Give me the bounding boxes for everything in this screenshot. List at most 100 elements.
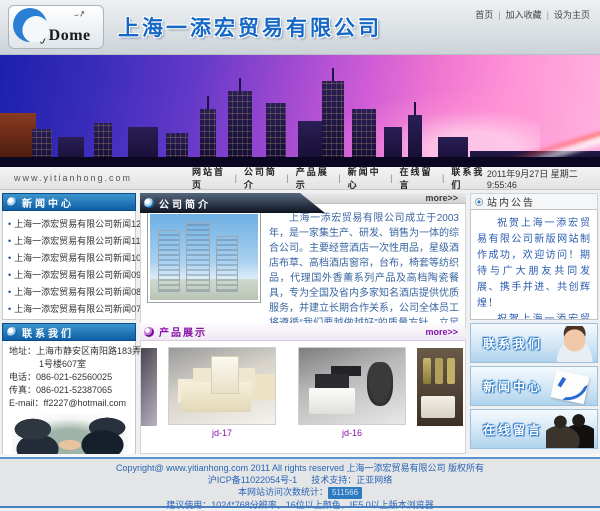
photo-tower (186, 222, 210, 292)
nav-item-about[interactable]: 公司简介 (244, 165, 280, 191)
content: 新闻中心 •上海一添宏贸易有限公司新闻12 •上海一添宏贸易有限公司新闻11 •… (0, 190, 600, 457)
banner-ground (0, 157, 600, 167)
news-link[interactable]: •上海一添宏贸易有限公司新闻10 (8, 249, 132, 266)
sidebar-button-contact[interactable]: 联系我们 (470, 323, 598, 363)
nav-items: 网站首页 | 公司简介 | 产品展示 | 新闻中心 | 在线留言 | 联系我们 (192, 165, 487, 191)
bullet-icon: • (8, 287, 11, 297)
smiley-note-icon (550, 370, 589, 404)
photo-tower (158, 230, 180, 292)
bullet-icon: • (8, 236, 11, 246)
nav-item-home[interactable]: 网站首页 (192, 165, 228, 191)
panel-orb-icon (144, 198, 154, 208)
intro-tab: 公司简介 (140, 193, 325, 213)
product-photo-partial (417, 348, 463, 426)
banner-building (322, 81, 344, 167)
top-link-sethome[interactable]: 设为主页 (554, 8, 590, 21)
notice-panel-title: 站内公告 (487, 194, 535, 209)
nav-separator: | (235, 173, 237, 183)
right-column: 站内公告 祝贺上海一添宏贸易有限公司新版网站制作成功，欢迎访问！期待与广大朋友共… (470, 193, 598, 454)
footer-counter-line: 本网站访问次数统计：511566 (0, 486, 600, 499)
bullet-icon: • (8, 304, 11, 314)
contact-info: 地址：上海市静安区南阳路183弄 1号楼607室 电话：086-021-6256… (2, 341, 136, 474)
news-panel: 新闻中心 •上海一添宏贸易有限公司新闻12 •上海一添宏贸易有限公司新闻11 •… (2, 193, 136, 320)
news-link[interactable]: •上海一添宏贸易有限公司新闻08 (8, 283, 132, 300)
news-link-label: 上海一添宏贸易有限公司新闻07 (14, 302, 141, 315)
notice-body: 祝贺上海一添宏贸易有限公司新版网站制作成功，欢迎访问！期待与广大朋友共同发展、携… (470, 209, 598, 320)
city-skyline-banner (0, 55, 600, 167)
operator-photo-icon (547, 326, 593, 363)
business-people-icon (546, 414, 594, 449)
contact-panel-title: 联系我们 (22, 325, 74, 340)
footer-browser-advice: 建议使用：1024*768分辨率，16位以上颜色，IE5.0以上版本浏览器 (0, 499, 600, 511)
sidebar-button-label: 在线留言 (483, 421, 543, 438)
news-panel-title: 新闻中心 (22, 195, 74, 210)
nav-item-news[interactable]: 新闻中心 (348, 165, 384, 191)
products-panel-title: 产品展示 (159, 324, 207, 339)
panel-orb-icon (7, 197, 17, 207)
top-link-home[interactable]: 首页 (475, 8, 493, 21)
sidebar-button-news[interactable]: 新闻中心 (470, 366, 598, 406)
product-card[interactable]: jd-16 (297, 347, 407, 438)
products-more-link[interactable]: more>> (425, 327, 458, 337)
bullet-icon: • (8, 219, 11, 229)
notice-message: 祝贺上海一添宏贸易有限公司新版网站制作成功，欢迎访问！期待与广大朋友共同发展、携… (477, 312, 591, 320)
intro-panel-title: 公司简介 (159, 196, 211, 211)
notice-message: 祝贺上海一添宏贸易有限公司新版网站制作成功，欢迎访问！期待与广大朋友共同发展、携… (477, 216, 591, 312)
company-title: 上海一添宏贸易有限公司 (118, 12, 382, 42)
footer: Copyright@ www.yitianhong.com 2011 All r… (0, 457, 600, 508)
header: ~↗ SkyDome 上海一添宏贸易有限公司 首页 | 加入收藏 | 设为主页 (0, 0, 600, 55)
company-building-photo (147, 211, 261, 303)
product-photo-partial (141, 348, 157, 426)
top-link-favorite[interactable]: 加入收藏 (506, 8, 542, 21)
page: ~↗ SkyDome 上海一添宏贸易有限公司 首页 | 加入收藏 | 设为主页 (0, 0, 600, 508)
intro-panel-header: 公司简介 more>> (140, 193, 466, 204)
contact-phone: 电话：086-021-62560025 (9, 371, 131, 384)
product-label: jd-17 (212, 428, 232, 438)
contact-address-line1: 地址：上海市静安区南阳路183弄 (9, 345, 131, 358)
news-list: •上海一添宏贸易有限公司新闻12 •上海一添宏贸易有限公司新闻11 •上海一添宏… (2, 211, 136, 320)
photo-tower (216, 236, 238, 292)
company-building-photo-inner (150, 214, 258, 300)
nav-item-products[interactable]: 产品展示 (296, 165, 332, 191)
news-link[interactable]: •上海一添宏贸易有限公司新闻11 (8, 232, 132, 249)
current-datetime: 2011年9月27日 星期二9:55:46 (487, 167, 590, 190)
intro-more-link[interactable]: more>> (425, 193, 458, 203)
news-link[interactable]: •上海一添宏贸易有限公司新闻09 (8, 266, 132, 283)
visit-counter-badge: 511566 (328, 487, 362, 499)
nav-item-contact[interactable]: 联系我们 (451, 165, 487, 191)
logo-swoosh-icon (13, 8, 47, 42)
nav-separator: | (442, 173, 444, 183)
sidebar-button-guestbook[interactable]: 在线留言 (470, 409, 598, 449)
footer-copyright: Copyright@ www.yitianhong.com 2011 All r… (0, 462, 600, 474)
panel-orb-icon (144, 327, 154, 337)
footer-icp-line: 沪ICP备11022054号-1技术支持：正亚网络 (0, 474, 600, 486)
top-links: 首页 | 加入收藏 | 设为主页 (475, 8, 590, 21)
notice-panel-header: 站内公告 (470, 193, 598, 209)
contact-panel-header: 联系我们 (2, 323, 136, 341)
main-nav: www.yitianhong.com 网站首页 | 公司简介 | 产品展示 | … (0, 167, 600, 190)
products-panel-header: 产品展示 more>> (140, 323, 466, 341)
left-column: 新闻中心 •上海一添宏贸易有限公司新闻12 •上海一添宏贸易有限公司新闻11 •… (2, 193, 136, 454)
nav-item-guestbook[interactable]: 在线留言 (399, 165, 435, 191)
news-link-label: 上海一添宏贸易有限公司新闻08 (14, 285, 141, 298)
intro-panel: 公司简介 more>> 上海一添宏贸易有限公司成立于2003年，是一家集生产、研… (140, 193, 466, 319)
nav-separator: | (286, 173, 288, 183)
site-url: www.yitianhong.com (14, 173, 132, 183)
news-link-label: 上海一添宏贸易有限公司新闻11 (14, 234, 140, 247)
news-link-label: 上海一添宏贸易有限公司新闻09 (14, 268, 141, 281)
news-link[interactable]: •上海一添宏贸易有限公司新闻07 (8, 300, 132, 317)
news-panel-header: 新闻中心 (2, 193, 136, 211)
bullet-icon: • (8, 253, 11, 263)
product-label: jd-16 (342, 428, 362, 438)
product-photo (298, 347, 406, 425)
bullet-icon: • (8, 270, 11, 280)
product-card[interactable]: jd-17 (167, 347, 277, 438)
sidebar-button-label: 联系我们 (483, 335, 543, 352)
nav-separator: | (390, 173, 392, 183)
sidebar-button-label: 新闻中心 (483, 378, 543, 395)
news-link[interactable]: •上海一添宏贸易有限公司新闻12 (8, 215, 132, 232)
panel-orb-icon (7, 327, 17, 337)
skydome-logo[interactable]: ~↗ SkyDome (8, 5, 104, 49)
banner-building (228, 91, 252, 167)
footer-icp[interactable]: 沪ICP备11022054号-1 (208, 475, 297, 485)
